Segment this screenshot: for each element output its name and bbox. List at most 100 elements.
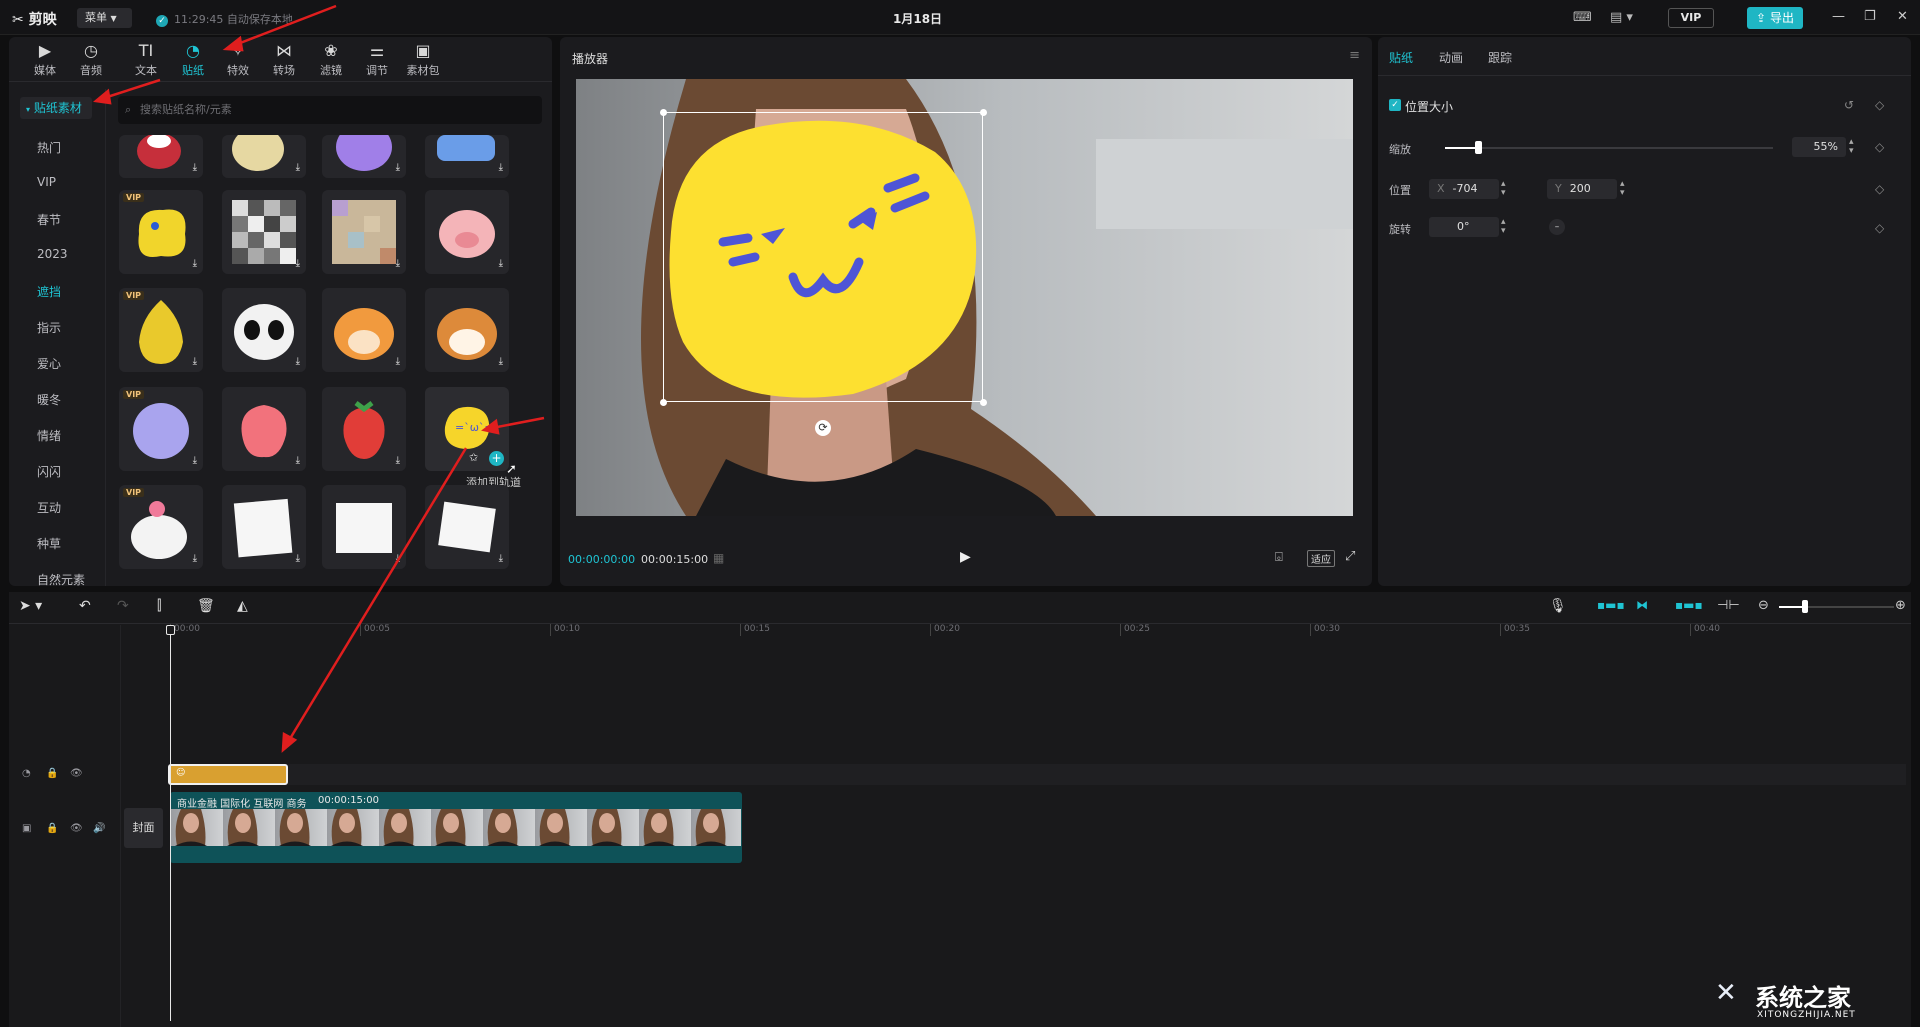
split-icon[interactable]: ⫿ xyxy=(157,598,161,614)
download-icon[interactable]: ⤓ xyxy=(499,162,503,173)
position-x-input[interactable]: X -704 xyxy=(1429,179,1499,199)
microphone-icon[interactable]: 🎙 xyxy=(1549,598,1567,614)
stepper-icon[interactable]: ▴ ▾ xyxy=(1501,218,1506,236)
tool-media[interactable]: ▶ 媒体 xyxy=(21,41,69,78)
category-item[interactable]: 热门 xyxy=(37,139,61,156)
menu-button[interactable]: 菜单 ▼ xyxy=(77,8,132,28)
keyframe-icon[interactable]: ◇ xyxy=(1875,221,1884,235)
eye-icon[interactable]: 👁 xyxy=(70,768,83,779)
keyboard-icon[interactable]: ⌨ xyxy=(1573,10,1592,25)
eye-icon[interactable]: 👁 xyxy=(70,823,83,834)
video-clip[interactable]: 商业金融 国际化 互联网 商务 00:00:15:00 xyxy=(170,792,742,863)
redo-icon[interactable]: ↷ xyxy=(117,598,129,614)
align-icon[interactable]: ⊣⊢ xyxy=(1717,598,1740,613)
category-item[interactable]: VIP xyxy=(37,175,56,189)
sticker-item[interactable]: ⤓ xyxy=(222,135,306,178)
category-item[interactable]: 情绪 xyxy=(37,427,61,444)
position-y-input[interactable]: Y 200 xyxy=(1547,179,1617,199)
download-icon[interactable]: ⤓ xyxy=(296,455,300,466)
download-icon[interactable]: ⤓ xyxy=(499,356,503,367)
download-icon[interactable]: ⤓ xyxy=(296,162,300,173)
category-item[interactable]: 遮挡 xyxy=(37,283,61,300)
sticker-item[interactable]: ⤓ xyxy=(322,288,406,372)
undo-icon[interactable]: ↶ xyxy=(79,598,91,614)
sticker-item[interactable]: ⤓ xyxy=(222,190,306,274)
download-icon[interactable]: ⤓ xyxy=(193,258,197,269)
fullscreen-icon[interactable]: ⤢ xyxy=(1345,549,1355,564)
download-icon[interactable]: ⤓ xyxy=(296,258,300,269)
zoom-out-icon[interactable]: ⊖ xyxy=(1758,598,1769,613)
sticker-clip[interactable]: ☺ xyxy=(168,764,288,785)
resize-handle[interactable] xyxy=(980,399,987,406)
category-item[interactable]: 暖冬 xyxy=(37,391,61,408)
download-icon[interactable]: ⤓ xyxy=(396,356,400,367)
rotation-input[interactable]: 0° xyxy=(1429,217,1499,237)
add-to-track-icon[interactable]: + xyxy=(489,451,504,466)
playhead-handle[interactable] xyxy=(166,625,175,635)
star-icon[interactable]: ✩ xyxy=(469,451,478,464)
category-item[interactable]: 指示 xyxy=(37,319,61,336)
resize-handle[interactable] xyxy=(660,399,667,406)
play-icon[interactable]: ▶ xyxy=(960,549,971,565)
tool-package[interactable]: ▣ 素材包 xyxy=(399,41,447,78)
lock-icon[interactable]: 🔒 xyxy=(46,823,58,834)
screenshot-icon[interactable]: ⌻ xyxy=(1275,550,1283,565)
search-input[interactable]: ⌕ 搜索贴纸名称/元素 xyxy=(118,96,542,124)
sticker-item[interactable]: VIP ⤓ xyxy=(119,190,203,274)
menu-lines-icon[interactable]: ≡ xyxy=(1349,48,1360,63)
sticker-item[interactable]: ⤓ xyxy=(425,288,509,372)
sticker-item[interactable]: ⤓ xyxy=(322,387,406,471)
download-icon[interactable]: ⤓ xyxy=(499,553,503,564)
delete-icon[interactable]: 🗑 xyxy=(197,598,215,614)
playhead[interactable] xyxy=(170,626,171,1021)
sticker-item[interactable]: VIP ⤓ xyxy=(119,288,203,372)
tool-sticker[interactable]: ◔ 贴纸 xyxy=(169,41,217,78)
sticker-item[interactable]: ⤓ xyxy=(425,190,509,274)
tool-effects[interactable]: ✧ 特效 xyxy=(214,41,262,78)
fit-button[interactable]: 适应 xyxy=(1307,550,1335,567)
keyframe-icon[interactable]: ◇ xyxy=(1875,182,1884,196)
download-icon[interactable]: ⤓ xyxy=(296,553,300,564)
vip-button[interactable]: VIP xyxy=(1668,8,1714,28)
sticker-item[interactable]: VIP ⤓ xyxy=(119,387,203,471)
position-size-checkbox[interactable]: ✓ xyxy=(1389,99,1401,111)
resize-handle[interactable] xyxy=(660,109,667,116)
video-preview[interactable]: ⟳ xyxy=(576,79,1353,516)
category-item[interactable]: 闪闪 xyxy=(37,463,61,480)
close-icon[interactable]: ✕ xyxy=(1897,9,1908,24)
stepper-icon[interactable]: ▴ ▾ xyxy=(1849,138,1854,156)
sticker-item[interactable]: ⤓ xyxy=(425,485,509,569)
layout-icon[interactable]: ▤ ▾ xyxy=(1610,10,1633,25)
download-icon[interactable]: ⤓ xyxy=(193,356,197,367)
preview-axis-icon[interactable]: ▪▬▪ xyxy=(1675,598,1703,612)
tool-transition[interactable]: ⋈ 转场 xyxy=(260,41,308,78)
rotation-dial-icon[interactable]: – xyxy=(1549,219,1565,235)
download-icon[interactable]: ⤓ xyxy=(396,553,400,564)
scale-slider-handle[interactable] xyxy=(1475,141,1482,154)
download-icon[interactable]: ⤓ xyxy=(499,258,503,269)
tab-tracking[interactable]: 跟踪 xyxy=(1488,49,1512,66)
audio-icon[interactable]: 🔊 xyxy=(93,823,105,834)
select-tool-icon[interactable]: ➤ ▾ xyxy=(19,598,42,614)
keyframe-icon[interactable]: ◇ xyxy=(1875,98,1884,112)
scale-slider[interactable] xyxy=(1445,147,1773,149)
zoom-in-icon[interactable]: ⊕ xyxy=(1895,598,1906,613)
tool-audio[interactable]: ◷ 音频 xyxy=(67,41,115,78)
reset-icon[interactable]: ↺ xyxy=(1844,98,1854,112)
sticker-item[interactable]: VIP ⤓ xyxy=(119,485,203,569)
restore-icon[interactable]: ❐ xyxy=(1864,9,1876,24)
category-item[interactable]: 自然元素 xyxy=(37,571,85,588)
zoom-slider-handle[interactable] xyxy=(1802,600,1808,613)
resize-handle[interactable] xyxy=(980,109,987,116)
rotate-handle-icon[interactable]: ⟳ xyxy=(815,420,831,436)
tool-adjust[interactable]: ⚌ 调节 xyxy=(353,41,401,78)
stepper-icon[interactable]: ▴ ▾ xyxy=(1620,180,1625,198)
sticker-item[interactable]: ⤓ xyxy=(322,190,406,274)
download-icon[interactable]: ⤓ xyxy=(296,356,300,367)
sticker-item[interactable]: ⤓ xyxy=(425,135,509,178)
category-item[interactable]: 2023 xyxy=(37,247,68,261)
category-item[interactable]: 互动 xyxy=(37,499,61,516)
download-icon[interactable]: ⤓ xyxy=(396,258,400,269)
sticker-item[interactable]: ⤓ xyxy=(222,288,306,372)
minimize-icon[interactable]: — xyxy=(1832,9,1845,24)
